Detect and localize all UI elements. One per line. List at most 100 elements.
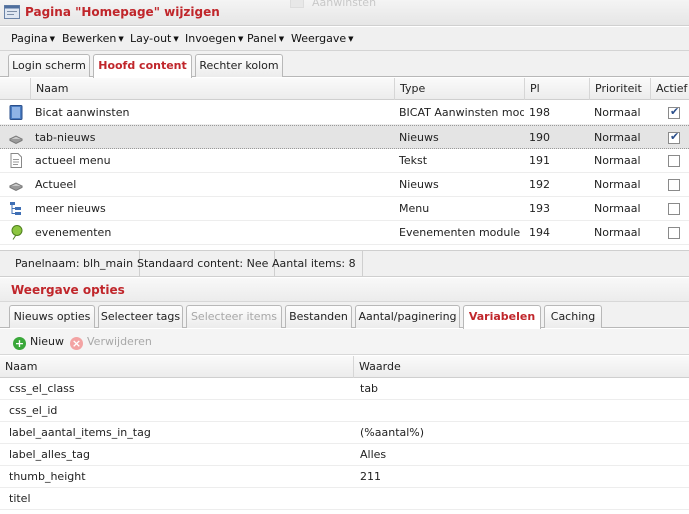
table-row[interactable]: actueel menu Tekst 191 Normaal — [0, 149, 689, 173]
tab-nieuws-opties[interactable]: Nieuws opties — [9, 305, 95, 328]
variable-value[interactable]: 211 — [355, 466, 685, 487]
variable-name: css_el_id — [9, 404, 58, 417]
caret-down-icon: ▼ — [118, 35, 124, 43]
column-type[interactable]: Type — [394, 78, 524, 100]
window-titlebar: Aanwinsten Pagina "Homepage" wijzigen — [0, 0, 689, 26]
column-prioriteit[interactable]: Prioriteit — [589, 78, 650, 100]
delete-icon: × — [70, 337, 83, 350]
tab-variabelen[interactable]: Variabelen — [463, 305, 541, 329]
table-row[interactable]: titel — [0, 488, 689, 510]
tab-selecteer-tags[interactable]: Selecteer tags — [98, 305, 183, 328]
column-naam[interactable]: Naam — [0, 356, 353, 378]
caret-down-icon: ▼ — [173, 35, 179, 43]
table-row[interactable]: label_alles_tag Alles — [0, 444, 689, 466]
content-table-header: Naam Type Pl Prioriteit Actief — [0, 78, 689, 100]
variable-name: titel — [9, 492, 31, 505]
column-actief[interactable]: Actief — [650, 78, 689, 100]
tab-hoofd-content[interactable]: Hoofd content — [93, 54, 192, 78]
variable-name: label_alles_tag — [9, 448, 90, 461]
table-row[interactable]: Bicat aanwinsten BICAT Aanwinsten module… — [0, 101, 689, 125]
menu-bar: Pagina ▼ Bewerken ▼ Lay-out ▼ Invoegen ▼ Pan… — [0, 27, 689, 51]
variable-value[interactable]: (%aantal%) — [355, 422, 685, 443]
actief-checkbox[interactable] — [668, 105, 680, 119]
status-default-content: Standaard content: Nee — [131, 251, 276, 277]
variable-name: css_el_class — [9, 382, 75, 395]
caret-down-icon: ▼ — [278, 35, 285, 43]
row-prioriteit: Normaal — [594, 178, 641, 191]
row-prioriteit: Normaal — [594, 226, 641, 239]
variable-name: label_aantal_items_in_tag — [9, 426, 151, 439]
section-title: Weergave opties — [11, 283, 125, 297]
table-row[interactable]: thumb_height 211 — [0, 466, 689, 488]
tab-login-scherm[interactable]: Login scherm — [8, 54, 90, 77]
table-row[interactable]: evenementen Evenementen module 194 Norma… — [0, 221, 689, 245]
table-row[interactable]: css_el_id — [0, 400, 689, 422]
row-pl: 190 — [529, 131, 550, 144]
status-item-count: Aantal items: 8 — [266, 251, 363, 277]
row-type: Nieuws — [399, 178, 439, 191]
row-prioriteit: Normaal — [594, 131, 641, 144]
row-type: BICAT Aanwinsten module — [399, 106, 524, 119]
row-pl: 194 — [529, 226, 550, 239]
icon-column-header — [0, 78, 30, 100]
tab-caching[interactable]: Caching — [544, 305, 602, 328]
actief-checkbox[interactable] — [668, 227, 680, 239]
menu-layout[interactable]: Lay-out ▼ — [130, 32, 179, 45]
column-waarde[interactable]: Waarde — [353, 356, 689, 378]
tab-bestanden[interactable]: Bestanden — [285, 305, 352, 328]
table-row[interactable]: Actueel Nieuws 192 Normaal — [0, 173, 689, 197]
row-naam: evenementen — [35, 226, 112, 239]
row-type: Menu — [399, 202, 430, 215]
tab-aantal-paginering[interactable]: Aantal/paginering — [355, 305, 460, 328]
table-row[interactable]: meer nieuws Menu 193 Normaal — [0, 197, 689, 221]
caret-down-icon: ▼ — [348, 35, 354, 43]
row-pl: 193 — [529, 202, 550, 215]
row-type: Tekst — [399, 154, 428, 167]
background-folder-icon — [290, 0, 304, 8]
actief-checkbox[interactable] — [668, 155, 680, 167]
variable-value[interactable]: Alles — [355, 444, 685, 465]
column-pl[interactable]: Pl — [524, 78, 589, 100]
news-icon — [9, 135, 23, 145]
background-window-text: Aanwinsten — [312, 0, 377, 9]
table-row[interactable]: label_aantal_items_in_tag (%aantal%) — [0, 422, 689, 444]
window-title: Pagina "Homepage" wijzigen — [25, 5, 220, 19]
options-tabs: Nieuws opties Selecteer tags Selecteer i… — [0, 302, 689, 329]
row-prioriteit: Normaal — [594, 106, 641, 119]
module-icon — [9, 105, 23, 120]
page-edit-icon — [4, 5, 20, 19]
text-document-icon — [10, 153, 22, 168]
actief-checkbox[interactable] — [668, 179, 680, 191]
actief-checkbox[interactable] — [668, 130, 680, 144]
variable-value[interactable]: tab — [355, 378, 685, 399]
menu-invoegen[interactable]: Invoegen ▼ — [185, 32, 243, 45]
news-icon — [9, 182, 23, 192]
row-naam: Actueel — [35, 178, 77, 191]
status-panel-name: Panelnaam: blh_main — [9, 251, 141, 277]
menu-bewerken[interactable]: Bewerken ▼ — [62, 32, 124, 45]
variable-value[interactable] — [355, 488, 685, 509]
row-pl: 191 — [529, 154, 550, 167]
variables-table-header: Naam Waarde — [0, 356, 689, 378]
row-naam: actueel menu — [35, 154, 111, 167]
caret-down-icon: ▼ — [237, 35, 244, 43]
tab-selecteer-items: Selecteer items — [186, 305, 282, 328]
menu-panel[interactable]: Panel ▼ — [247, 32, 284, 45]
add-icon: + — [13, 337, 26, 350]
table-row[interactable]: css_el_class tab — [0, 378, 689, 400]
row-pl: 198 — [529, 106, 550, 119]
variables-toolbar: + Nieuw × Verwijderen — [0, 329, 689, 355]
row-prioriteit: Normaal — [594, 154, 641, 167]
menu-pagina[interactable]: Pagina ▼ — [11, 32, 55, 45]
tab-rechter-kolom[interactable]: Rechter kolom — [195, 54, 283, 77]
new-button[interactable]: + Nieuw — [13, 334, 64, 350]
column-naam[interactable]: Naam — [30, 78, 394, 100]
menu-tree-icon — [10, 202, 21, 215]
table-row-selected[interactable]: tab-nieuws Nieuws 190 Normaal — [0, 125, 689, 149]
row-type: Nieuws — [399, 131, 439, 144]
variable-value[interactable] — [355, 400, 685, 421]
event-balloon-icon — [11, 225, 23, 240]
actief-checkbox[interactable] — [668, 203, 680, 215]
menu-weergave[interactable]: Weergave ▼ — [291, 32, 354, 45]
delete-button: × Verwijderen — [70, 335, 152, 350]
